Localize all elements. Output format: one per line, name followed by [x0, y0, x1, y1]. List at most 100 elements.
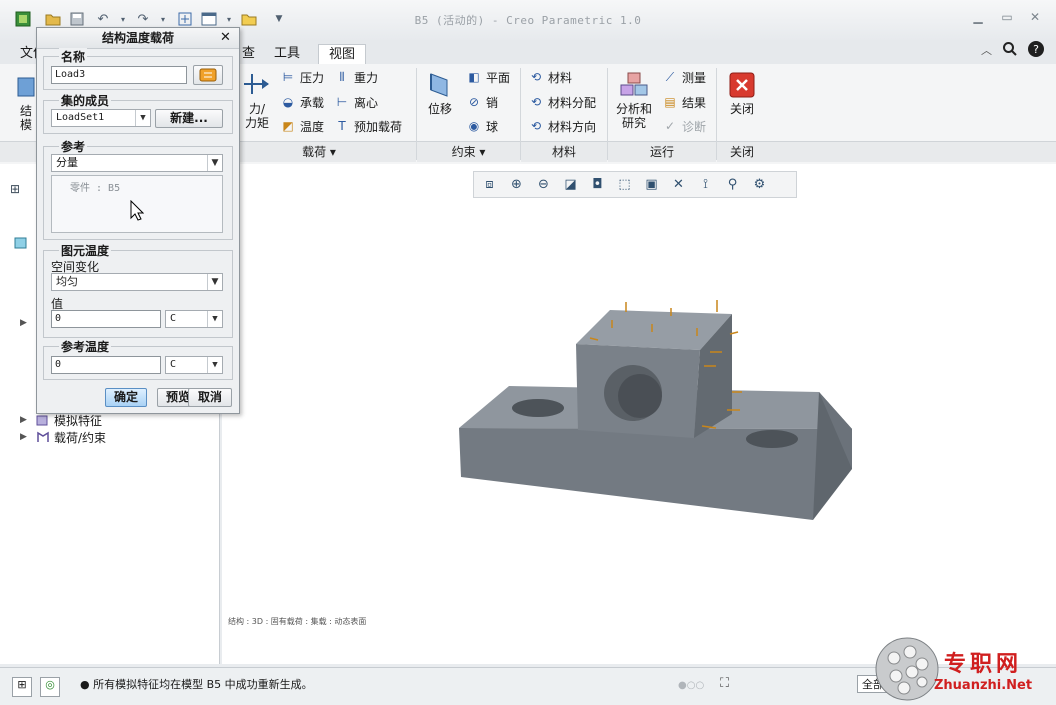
reference-type-dropdown[interactable]: 分量 ▼: [51, 154, 223, 172]
simulation-display-icon[interactable]: ⚙: [747, 174, 772, 196]
material-button[interactable]: ⟲ 材料: [528, 66, 572, 88]
simulation-features-icon: [36, 413, 50, 430]
results-button[interactable]: ▤ 结果: [662, 91, 706, 113]
center-bore-inner: [618, 374, 662, 418]
watermark-cn-text: 专职网: [944, 652, 1023, 677]
watermark-url-text: Zhuanzhi.Net: [934, 678, 1033, 693]
expand-arrow-icon[interactable]: ▶: [20, 318, 27, 328]
selection-filter-icon[interactable]: ⛶: [720, 676, 729, 691]
material-assign-icon: ⟲: [530, 95, 542, 109]
temperature-button[interactable]: ◩ 温度: [280, 115, 324, 137]
pin-label: 销: [486, 95, 499, 110]
chevron-down-icon: ▼: [207, 311, 222, 327]
structural-temperature-load-dialog: 结构温度载荷 ✕ 名称 Load3 集的成员 LoadSet1 ▼ 新建... …: [36, 27, 240, 414]
right-hole: [746, 430, 798, 448]
structure-model-button[interactable]: 结 模: [14, 72, 38, 132]
view-manager-icon[interactable]: ▣: [639, 174, 664, 196]
svg-text:?: ?: [1033, 43, 1039, 56]
preload-icon: T: [338, 119, 346, 133]
name-legend: 名称: [59, 48, 88, 65]
maximize-icon[interactable]: ▭: [997, 10, 1017, 26]
displacement-label: 位移: [427, 102, 452, 116]
window-title: B5 (活动的) - Creo Parametric 1.0: [414, 14, 642, 27]
preload-label: 预加载荷: [354, 119, 403, 134]
reference-list[interactable]: 零件 : B5: [51, 175, 223, 233]
spin-center-icon[interactable]: ⚲: [720, 174, 745, 196]
gravity-button[interactable]: ⫴ 重力: [334, 66, 378, 88]
minimize-ribbon-icon[interactable]: ︿: [981, 42, 992, 58]
force-moment-button[interactable]: 力/ 力矩: [240, 70, 274, 130]
browser-toggle-icon[interactable]: ◎: [40, 677, 60, 697]
pressure-button[interactable]: ⊨ 压力: [280, 66, 324, 88]
tree-item-simulation-features[interactable]: 模拟特征: [54, 412, 102, 429]
search-icon[interactable]: [1002, 41, 1018, 60]
material-orientation-button[interactable]: ⟲ 材料方向: [528, 115, 596, 137]
element-temperature-legend: 图元温度: [59, 242, 112, 259]
repaint-icon[interactable]: ◪: [558, 174, 583, 196]
force-moment-label: 力/ 力矩: [244, 102, 269, 130]
constraint-group-label[interactable]: 约束 ▾: [417, 141, 520, 162]
progress-indicator-icon: ●○○: [678, 680, 705, 691]
refit-icon[interactable]: ⧈: [477, 174, 502, 196]
close-simulate-button[interactable]: 关闭: [722, 70, 762, 116]
saved-orientations-icon[interactable]: ⬚: [612, 174, 637, 196]
diagnostics-button[interactable]: ✓ 诊断: [662, 115, 706, 137]
zoom-in-icon[interactable]: ⊕: [504, 174, 529, 196]
reference-temperature-unit-dropdown[interactable]: C ▼: [165, 356, 223, 374]
reference-list-item[interactable]: 零件 : B5: [70, 179, 120, 194]
centrifugal-label: 离心: [354, 95, 379, 110]
spatial-variation-value: 均匀: [56, 275, 78, 288]
pin-button[interactable]: ⊘ 销: [466, 91, 498, 113]
pressure-label: 压力: [300, 70, 325, 85]
preload-button[interactable]: T 预加载荷: [334, 115, 402, 137]
loadset-dropdown[interactable]: LoadSet1 ▼: [51, 109, 151, 127]
dialog-close-icon[interactable]: ✕: [220, 30, 231, 45]
minimize-icon[interactable]: ▁: [968, 10, 988, 26]
datum-display-icon[interactable]: ✕: [666, 174, 691, 196]
close-simulate-label: 关闭: [729, 102, 754, 116]
annotation-display-icon[interactable]: ⟟: [693, 174, 718, 196]
diagnostics-icon: ✓: [664, 119, 676, 133]
ribbon-empty-footer: [767, 141, 1056, 162]
expand-arrow-icon[interactable]: ▶: [20, 415, 27, 425]
planar-button[interactable]: ◧ 平面: [466, 66, 510, 88]
analysis-studies-button[interactable]: 分析和 研究: [612, 70, 656, 130]
pin-icon: ⊘: [468, 95, 480, 109]
model-tree-toggle-icon[interactable]: ⊞: [12, 677, 32, 697]
reference-temperature-input[interactable]: 0: [51, 356, 161, 374]
results-icon: ▤: [664, 95, 676, 109]
bearing-button[interactable]: ◒ 承载: [280, 91, 324, 113]
displacement-button[interactable]: 位移: [420, 70, 460, 116]
expand-arrow-icon[interactable]: ▶: [20, 432, 27, 442]
temperature-value-input[interactable]: 0: [51, 310, 161, 328]
model-viewport[interactable]: [222, 164, 1056, 664]
temperature-unit-dropdown[interactable]: C ▼: [165, 310, 223, 328]
close-window-icon[interactable]: ✕: [1025, 10, 1045, 26]
display-style-icon[interactable]: ◘: [585, 174, 610, 196]
new-loadset-button[interactable]: 新建...: [155, 109, 223, 128]
material-orientation-icon: ⟲: [530, 119, 542, 133]
material-assign-button[interactable]: ⟲ 材料分配: [528, 91, 596, 113]
measure-button[interactable]: ⟋ 测量: [662, 66, 706, 88]
cancel-button[interactable]: 取消: [188, 388, 232, 407]
name-input[interactable]: Load3: [51, 66, 187, 84]
zoom-out-icon[interactable]: ⊖: [531, 174, 556, 196]
tab-view[interactable]: 视图: [318, 44, 367, 64]
ball-label: 球: [486, 119, 499, 134]
ok-button[interactable]: 确定: [105, 388, 147, 407]
help-icon[interactable]: ?: [1027, 40, 1045, 61]
spatial-variation-dropdown[interactable]: 均匀 ▼: [51, 273, 223, 291]
tree-item-loads-constraints[interactable]: 载荷/约束: [54, 429, 106, 446]
graphics-footer-caption: 结构 : 3D : 固有载荷 : 集载 : 动态表面: [228, 617, 367, 626]
centrifugal-button[interactable]: ⊢ 离心: [334, 91, 378, 113]
members-legend: 集的成员: [59, 92, 112, 109]
load-group-label[interactable]: 载荷 ▾: [222, 141, 416, 162]
graphics-window[interactable]: 结构 : 3D : 固有载荷 : 集载 : 动态表面: [222, 164, 1056, 664]
planar-label: 平面: [486, 70, 511, 85]
name-color-button[interactable]: [193, 65, 223, 85]
watermark-logo-icon: [875, 637, 939, 701]
ball-button[interactable]: ◉ 球: [466, 115, 498, 137]
measure-icon: ⟋: [665, 69, 675, 84]
tab-tools[interactable]: 工具: [264, 44, 310, 63]
tree-settings-icon[interactable]: ⊞: [10, 182, 20, 196]
